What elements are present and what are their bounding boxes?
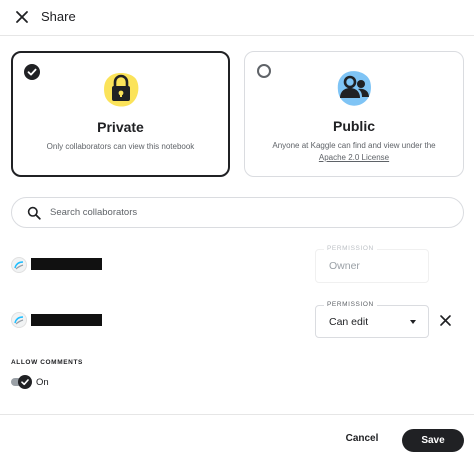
permission-legend: PERMISSION (324, 245, 377, 252)
redacted-username (31, 314, 102, 326)
remove-collaborator-icon[interactable] (439, 314, 452, 327)
allow-comments-toggle[interactable] (11, 375, 33, 389)
search-collaborators-field[interactable]: Search collaborators (11, 197, 464, 228)
visibility-option-public[interactable]: Public Anyone at Kaggle can find and vie… (244, 51, 464, 177)
private-title: Private (97, 119, 144, 135)
permission-value: Owner (329, 260, 360, 272)
public-title: Public (332, 118, 375, 134)
radio-unselected-icon[interactable] (257, 64, 271, 78)
search-placeholder: Search collaborators (50, 207, 138, 218)
avatar (11, 257, 27, 273)
apache-license-link[interactable]: Apache 2.0 License (257, 152, 451, 164)
cancel-button[interactable]: Cancel (340, 433, 384, 449)
permission-owner-field: PERMISSION Owner (315, 245, 429, 283)
permission-legend: PERMISSION (324, 301, 377, 308)
caret-down-icon (410, 320, 416, 324)
dialog-title: Share (41, 9, 76, 24)
search-icon (27, 206, 41, 220)
allow-comments-state: On (36, 377, 49, 388)
close-icon[interactable] (13, 8, 31, 26)
public-description-text: Anyone at Kaggle can find and view under… (272, 141, 436, 150)
dialog-footer: Cancel Save (0, 414, 474, 458)
permission-value: Can edit (329, 316, 369, 328)
redacted-username (31, 258, 102, 270)
lock-icon (103, 73, 138, 107)
avatar (11, 312, 27, 328)
people-icon (337, 71, 371, 106)
permission-select[interactable]: PERMISSION Can edit (315, 301, 429, 338)
visibility-option-private[interactable]: Private Only collaborators can view this… (11, 51, 230, 177)
toggle-check-icon (18, 375, 32, 389)
radio-selected-icon[interactable] (24, 64, 40, 80)
allow-comments-label: ALLOW COMMENTS (11, 359, 83, 366)
dialog-header: Share (0, 0, 474, 36)
private-description: Only collaborators can view this noteboo… (46, 142, 195, 151)
public-description: Anyone at Kaggle can find and view under… (257, 140, 451, 164)
save-button[interactable]: Save (402, 429, 464, 452)
